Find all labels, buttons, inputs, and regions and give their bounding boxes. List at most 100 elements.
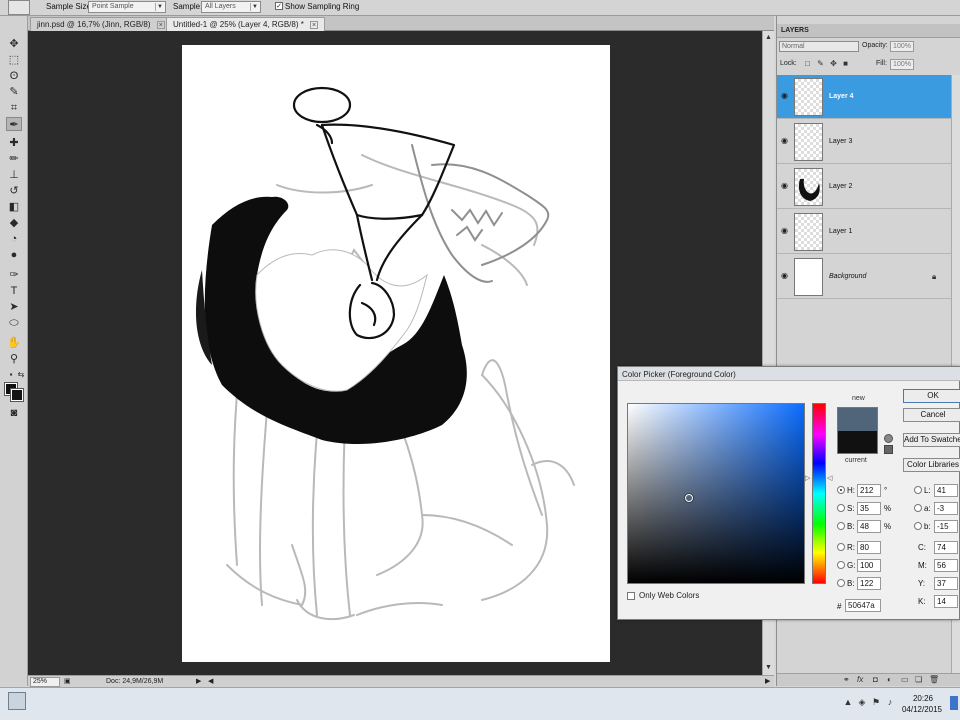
lock-transparent-icon[interactable]: □	[803, 59, 812, 68]
lock-pixels-icon[interactable]: ✎	[816, 59, 825, 68]
eye-icon[interactable]: ◉	[781, 92, 790, 100]
eyedropper-tool-icon[interactable]: ✒	[6, 117, 22, 131]
green-field-row[interactable]: G: 100	[837, 559, 897, 573]
type-tool-icon[interactable]: T	[6, 284, 22, 298]
pen-tool-icon[interactable]: ✑	[6, 268, 22, 282]
history-brush-tool-icon[interactable]: ↺	[6, 184, 22, 198]
hand-tool-icon[interactable]: ✋	[6, 336, 22, 350]
zoom-tool-icon[interactable]: ⚲	[6, 352, 22, 366]
fill-field[interactable]: 100%	[890, 59, 914, 70]
add-to-swatches-button[interactable]: Add To Swatches	[903, 433, 960, 447]
layer-row-layer-4[interactable]: ◉ Layer 4	[777, 75, 951, 119]
scroll-up-icon[interactable]: ▲	[764, 33, 773, 42]
layer-row-background[interactable]: ◉ Background 🔒︎	[777, 255, 951, 299]
layers-header[interactable]: LAYERS	[777, 24, 960, 38]
hue-radio[interactable]	[837, 486, 845, 494]
lab-b-radio[interactable]	[914, 522, 922, 530]
lab-l-field-row[interactable]: L: 41	[914, 484, 960, 498]
saturation-input[interactable]: 35	[857, 502, 881, 515]
tray-arrow-icon[interactable]: ▲	[842, 697, 854, 707]
opacity-field[interactable]: 100%	[890, 41, 914, 52]
red-input[interactable]: 80	[857, 541, 881, 554]
fx-icon[interactable]: fx	[857, 675, 863, 684]
red-field-row[interactable]: R: 80	[837, 541, 897, 555]
scroll-right-icon[interactable]: ▶	[765, 677, 770, 685]
saturation-brightness-field[interactable]	[627, 403, 805, 584]
layer-row-layer-3[interactable]: ◉ Layer 3	[777, 120, 951, 164]
eraser-tool-icon[interactable]: ◧	[6, 200, 22, 214]
lab-l-input[interactable]: 41	[934, 484, 958, 497]
cancel-button[interactable]: Cancel	[903, 408, 960, 422]
lab-a-field-row[interactable]: a: -3	[914, 502, 960, 516]
blur-tool-icon[interactable]: ◔	[6, 232, 22, 246]
eye-icon[interactable]: ◉	[781, 272, 790, 280]
yellow-field-row[interactable]: Y: 37	[914, 577, 960, 591]
paint-bucket-tool-icon[interactable]: ◆	[6, 216, 22, 230]
layer-row-layer-2[interactable]: ◉ Layer 2	[777, 165, 951, 209]
close-icon[interactable]: ×	[310, 21, 319, 29]
scroll-left-icon[interactable]: ◀	[208, 677, 213, 685]
new-layer-icon[interactable]: ❏	[915, 675, 922, 684]
sample-select[interactable]: All Layers ▼	[201, 1, 261, 13]
blend-mode-select[interactable]: Normal	[779, 41, 859, 52]
close-icon[interactable]: ×	[156, 21, 165, 29]
brightness-radio[interactable]	[837, 522, 845, 530]
hue-field-row[interactable]: H: 212 °	[837, 484, 897, 498]
crop-tool-icon[interactable]: ⌗	[6, 101, 22, 115]
yellow-input[interactable]: 37	[934, 577, 958, 590]
hue-slider-arrow-icon[interactable]: ◁	[827, 474, 832, 482]
clone-stamp-tool-icon[interactable]: ⊥	[6, 168, 22, 182]
status-menu-icon[interactable]: ▣	[64, 677, 71, 685]
lasso-tool-icon[interactable]: ʘ	[6, 69, 22, 83]
magenta-field-row[interactable]: M: 56	[914, 559, 960, 573]
start-button[interactable]	[8, 692, 26, 710]
volume-icon[interactable]: ♪	[884, 697, 896, 707]
hue-slider-arrow-icon[interactable]: ▷	[805, 474, 810, 482]
brush-tool-icon[interactable]: ✏	[6, 152, 22, 166]
show-ring-checkbox[interactable]: ✓	[275, 2, 283, 10]
lab-b-input[interactable]: -15	[934, 520, 958, 533]
healing-brush-tool-icon[interactable]: ✚	[6, 136, 22, 150]
lab-a-radio[interactable]	[914, 504, 922, 512]
quick-mask-icon[interactable]: ◙	[6, 406, 22, 420]
lock-all-icon[interactable]: ■	[841, 59, 850, 68]
green-input[interactable]: 100	[857, 559, 881, 572]
shape-tool-icon[interactable]: ⬭	[6, 316, 22, 330]
lab-a-input[interactable]: -3	[934, 502, 958, 515]
ok-button[interactable]: OK	[903, 389, 960, 403]
eyedropper-preset-icon[interactable]	[8, 0, 30, 15]
brightness-input[interactable]: 48	[857, 520, 881, 533]
delete-layer-icon[interactable]: 🗑︎	[929, 675, 939, 684]
background-color-swatch[interactable]	[10, 388, 24, 402]
quick-select-tool-icon[interactable]: ✎	[6, 85, 22, 99]
tab-jinn[interactable]: jinn.psd @ 16,7% (Jinn, RGB/8) ×	[30, 17, 172, 31]
document-canvas[interactable]	[182, 45, 610, 662]
gamut-warning-icon[interactable]	[884, 434, 893, 443]
adjustment-layer-icon[interactable]: ◐	[887, 675, 892, 684]
lock-position-icon[interactable]: ✥	[829, 59, 838, 68]
green-radio[interactable]	[837, 561, 845, 569]
tab-untitled[interactable]: Untitled-1 @ 25% (Layer 4, RGB/8) * ×	[166, 17, 326, 31]
swap-colors-icon[interactable]: ⇆	[13, 368, 29, 382]
sample-size-select[interactable]: Point Sample ▼	[88, 1, 166, 13]
saturation-field-row[interactable]: S: 35 %	[837, 502, 897, 516]
new-group-icon[interactable]: ▭	[901, 675, 909, 684]
cyan-field-row[interactable]: C: 74	[914, 541, 960, 555]
dodge-tool-icon[interactable]: ●	[6, 248, 22, 262]
current-color-swatch[interactable]	[837, 431, 878, 454]
flag-icon[interactable]: ⚑	[870, 697, 882, 707]
zoom-field[interactable]: 25%	[30, 677, 60, 687]
hex-input[interactable]: 50647a	[845, 599, 881, 612]
hue-input[interactable]: 212	[857, 484, 881, 497]
red-radio[interactable]	[837, 543, 845, 551]
eye-icon[interactable]: ◉	[781, 227, 790, 235]
cyan-input[interactable]: 74	[934, 541, 958, 554]
blue-input[interactable]: 122	[857, 577, 881, 590]
show-desktop-button[interactable]	[950, 696, 958, 710]
lab-l-radio[interactable]	[914, 486, 922, 494]
path-selection-tool-icon[interactable]: ➤	[6, 300, 22, 314]
eye-icon[interactable]: ◉	[781, 137, 790, 145]
eye-icon[interactable]: ◉	[781, 182, 790, 190]
lab-b-field-row[interactable]: b: -15	[914, 520, 960, 534]
color-selector-ring[interactable]	[684, 493, 694, 503]
